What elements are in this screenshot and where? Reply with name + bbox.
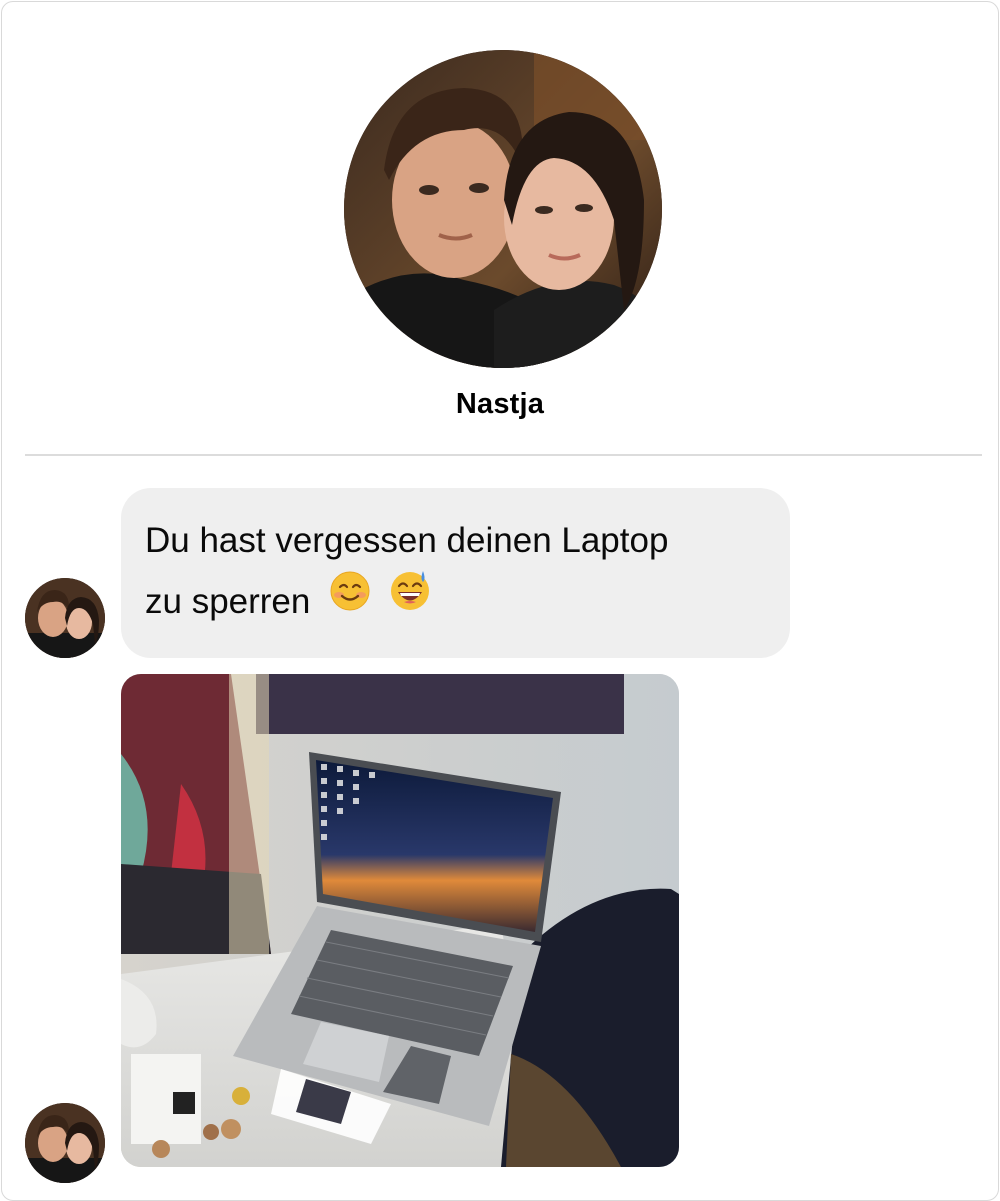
smiling-face-icon <box>330 569 370 630</box>
profile-name: Nastja <box>455 388 545 420</box>
header-divider <box>25 454 982 456</box>
message-text-line1: Du hast vergessen deinen Laptop <box>145 521 669 560</box>
avatar-photo-image <box>25 578 105 658</box>
avatar-photo-image <box>25 1103 105 1183</box>
profile-photo[interactable] <box>344 50 662 368</box>
message-text: Du hast vergessen deinen Laptop zu sperr… <box>145 510 766 634</box>
message-bubble[interactable]: Du hast vergessen deinen Laptop zu sperr… <box>121 488 790 658</box>
sender-avatar[interactable] <box>25 1103 105 1183</box>
laptop-desk-photo <box>121 674 679 1167</box>
sender-avatar[interactable] <box>25 578 105 658</box>
image-message[interactable] <box>121 674 679 1167</box>
grinning-sweat-face-icon <box>390 569 432 630</box>
message-text-line2: zu sperren <box>145 582 311 621</box>
profile-photo-image <box>344 50 662 368</box>
